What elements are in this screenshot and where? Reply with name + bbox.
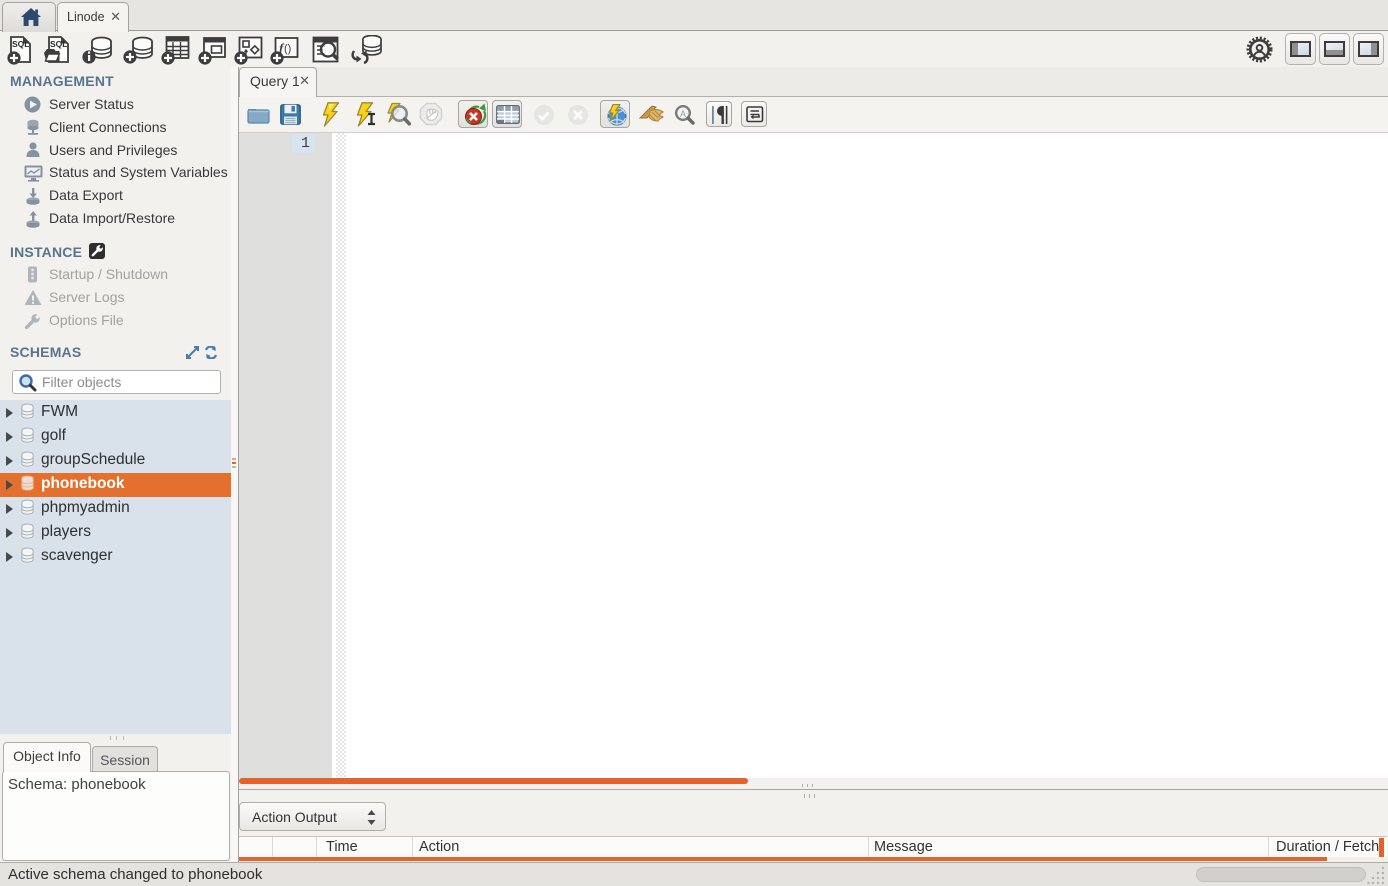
- svg-text:A: A: [680, 109, 686, 119]
- svg-text:(): (): [284, 43, 291, 55]
